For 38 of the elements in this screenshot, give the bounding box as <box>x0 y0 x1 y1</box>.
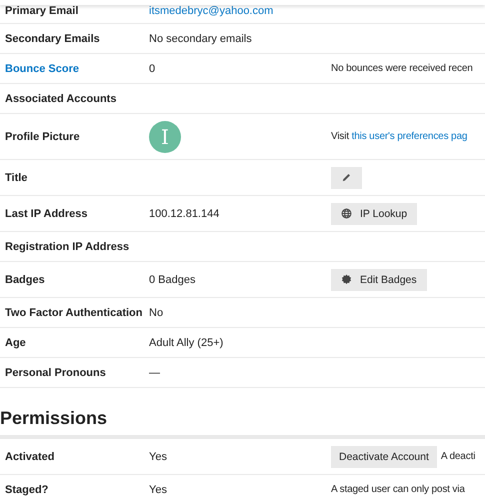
field-label: Associated Accounts <box>5 92 116 104</box>
field-label: Profile Picture <box>5 130 80 142</box>
field-value: Yes <box>149 484 167 496</box>
avatar: I <box>149 120 181 152</box>
field-label: Personal Pronouns <box>5 366 106 378</box>
row-note: A staged user can only post via <box>331 484 465 495</box>
field-value: 0 <box>149 62 156 74</box>
action-button[interactable]: Deactivate Account <box>331 446 437 468</box>
field-label: Age <box>5 336 26 348</box>
field-label: Registration IP Address <box>5 240 130 252</box>
field-value: No <box>149 306 164 318</box>
row-note: No bounces were received recen <box>331 63 473 74</box>
section-heading: Permissions <box>0 408 108 430</box>
badge-icon <box>341 274 352 285</box>
pencil-icon <box>341 172 352 183</box>
field-label: Last IP Address <box>5 208 88 220</box>
field-label: Two Factor Authentication <box>5 306 142 318</box>
field-value: 100.12.81.144 <box>149 208 220 220</box>
email-link[interactable]: itsmedebryc@yahoo.com <box>149 5 274 17</box>
preferences-note: Visit this user's preferences pag <box>331 131 468 142</box>
field-label: Badges <box>5 274 45 286</box>
field-label: Primary Email <box>5 5 78 17</box>
action-button[interactable]: IP Lookup <box>331 202 418 224</box>
row-note: A deacti <box>440 451 476 462</box>
field-value: Yes <box>149 450 167 462</box>
field-label: Staged? <box>5 484 48 496</box>
field-label: Title <box>5 172 28 184</box>
field-label: Activated <box>5 450 55 462</box>
field-label: Secondary Emails <box>5 32 100 44</box>
field-value: Adult Ally (25+) <box>149 336 224 348</box>
globe-icon <box>341 208 352 219</box>
edit-button[interactable] <box>331 166 362 188</box>
field-value: No secondary emails <box>149 32 252 44</box>
label-link[interactable]: Bounce Score <box>5 62 79 74</box>
action-button[interactable]: Edit Badges <box>331 268 427 290</box>
field-value: 0 Badges <box>149 274 196 286</box>
preferences-link[interactable]: this user's preferences pag <box>352 131 468 142</box>
field-value: — <box>149 366 160 378</box>
